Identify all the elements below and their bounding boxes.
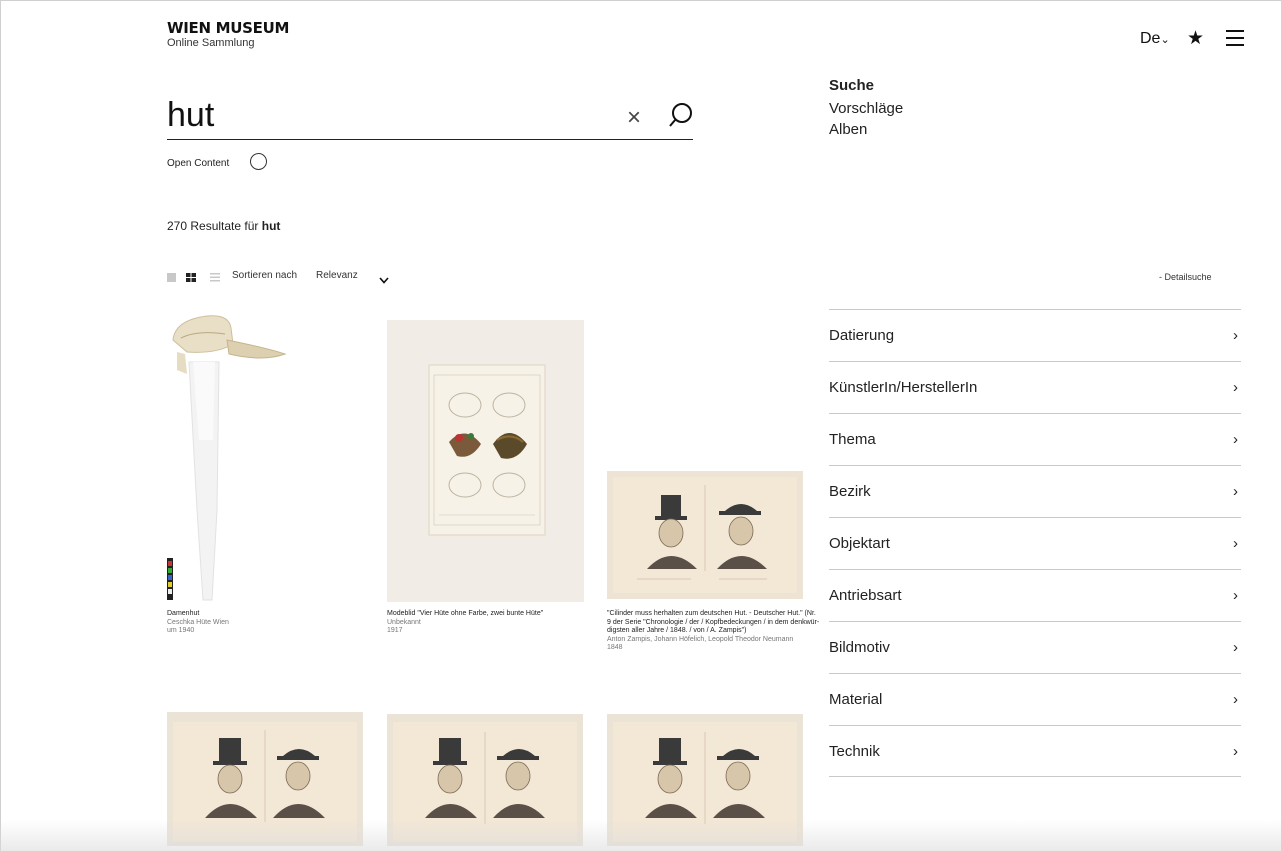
star-icon[interactable]: ★ [1187, 27, 1204, 50]
sort-select[interactable]: Relevanz [316, 270, 358, 281]
chevron-right-icon: › [1233, 691, 1238, 708]
sort-label: Sortieren nach [232, 270, 298, 281]
chevron-right-icon: › [1233, 639, 1238, 656]
nav-item-alben[interactable]: Alben [829, 121, 867, 139]
chevron-right-icon: › [1233, 327, 1238, 344]
search-underline [167, 139, 693, 140]
results-count-text: 270 Resultate für [167, 219, 259, 233]
chevron-right-icon: › [1233, 431, 1238, 448]
filter-kuenstlerin[interactable]: KünstlerIn/HerstellerIn › [829, 361, 1241, 413]
filter-label: Bezirk [829, 483, 871, 500]
result-caption: Damenhut Ceschka Hüte Wien um 1940 [167, 610, 317, 636]
filter-label: KünstlerIn/HerstellerIn [829, 379, 978, 396]
filter-thema[interactable]: Thema › [829, 413, 1241, 465]
open-content-toggle[interactable] [250, 153, 267, 170]
filter-bezirk[interactable]: Bezirk › [829, 465, 1241, 517]
view-grid-icon[interactable] [186, 270, 197, 288]
open-content-label: Open Content [167, 158, 230, 169]
chevron-right-icon: › [1233, 742, 1238, 760]
view-single-icon[interactable] [167, 270, 177, 288]
detail-search-link[interactable]: - Detailsuche [1159, 272, 1212, 282]
chevron-right-icon: › [1233, 483, 1238, 500]
result-creator: Ceschka Hüte Wien [167, 618, 229, 626]
filter-label: Bildmotiv [829, 639, 890, 656]
bottom-fade [0, 820, 1281, 851]
filter-bildmotiv[interactable]: Bildmotiv › [829, 621, 1241, 673]
language-label: De [1140, 30, 1161, 47]
results-count: 270 Resultate für hut [167, 219, 280, 233]
result-caption: "Cilinder muss herhalten zum deutschen H… [607, 610, 821, 653]
view-list-icon[interactable] [210, 270, 221, 288]
filter-label: Thema [829, 431, 876, 448]
chevron-right-icon: › [1233, 379, 1238, 396]
language-selector[interactable]: De⌄ [1140, 30, 1170, 48]
result-creator: Anton Zampis, Johann Höfelich, Leopold T… [607, 635, 794, 643]
filter-label: Antriebsart [829, 587, 902, 604]
filter-datierung[interactable]: Datierung › [829, 309, 1241, 361]
result-date: 1917 [387, 627, 403, 634]
filter-material[interactable]: Material › [829, 673, 1241, 725]
filter-label: Material [829, 691, 883, 708]
filter-antriebsart[interactable]: Antriebsart › [829, 569, 1241, 621]
result-title[interactable]: Modeblid "Vier Hüte ohne Farbe, zwei bun… [387, 610, 582, 619]
result-thumbnail-cilinder[interactable] [607, 471, 803, 599]
logo-subtitle: Online Sammlung [167, 37, 255, 49]
result-caption: Modeblid "Vier Hüte ohne Farbe, zwei bun… [387, 610, 582, 636]
filter-technik[interactable]: Technik › [829, 725, 1241, 777]
chevron-down-icon: ⌄ [1160, 34, 1170, 46]
results-query: hut [261, 219, 281, 233]
filter-label: Objektart [829, 535, 890, 552]
result-date: um 1940 [167, 627, 195, 634]
menu-icon[interactable] [1226, 30, 1244, 46]
filter-list: Datierung › KünstlerIn/HerstellerIn › Them… [829, 309, 1241, 777]
result-thumbnail-damenhut[interactable] [167, 310, 287, 604]
filter-objektart[interactable]: Objektart › [829, 517, 1241, 569]
result-creator: Unbekannt [387, 618, 421, 626]
chevron-right-icon: › [1233, 535, 1238, 552]
nav-item-suche[interactable]: Suche [829, 77, 874, 95]
filter-label: Technik [829, 742, 880, 760]
logo-title[interactable]: WIEN MUSEUM [167, 20, 289, 36]
nav-item-vorschlaege[interactable]: Vorschläge [829, 100, 903, 118]
filter-label: Datierung [829, 327, 895, 344]
close-icon[interactable]: × [627, 104, 641, 132]
chevron-right-icon: › [1233, 587, 1238, 604]
result-title[interactable]: Damenhut [167, 610, 317, 619]
result-title[interactable]: "Cilinder muss herhalten zum deutschen H… [607, 610, 821, 636]
search-input[interactable]: hut [167, 96, 214, 135]
search-icon[interactable] [666, 101, 696, 131]
result-date: 1848 [607, 644, 623, 651]
chevron-down-icon[interactable] [379, 272, 389, 284]
result-thumbnail-modeblid[interactable] [387, 320, 584, 602]
